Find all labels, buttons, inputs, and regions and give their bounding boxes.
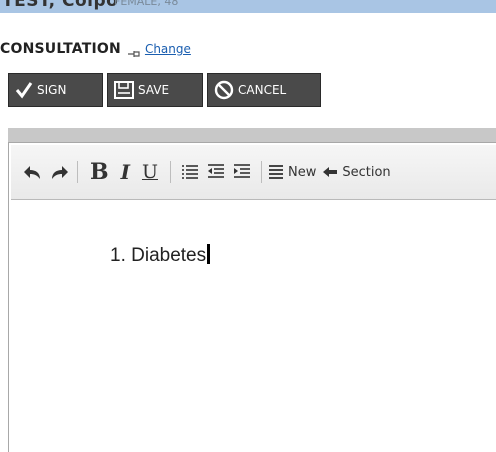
page-title: CONSULTATION — [0, 41, 121, 57]
sign-button[interactable]: SIGN — [8, 73, 103, 107]
note-title-row: CONSULTATION Change — [0, 39, 191, 59]
patient-name: TEST, Colpo — [2, 0, 119, 11]
change-link[interactable]: Change — [145, 42, 191, 56]
editor-toolbar: B I U New Section — [11, 145, 496, 200]
action-buttons: SIGN SAVE CANCEL — [8, 73, 321, 107]
redo-icon[interactable] — [49, 163, 71, 181]
patient-info: FEMALE, 48 — [114, 0, 179, 8]
indent-icon[interactable] — [233, 164, 251, 180]
outdent-icon[interactable] — [207, 164, 225, 180]
list-icon[interactable] — [181, 164, 199, 180]
section-button[interactable]: Section — [342, 165, 390, 180]
editor-top-band — [8, 128, 496, 142]
underline-icon[interactable]: U — [142, 161, 158, 183]
toolbar-separator — [169, 161, 171, 183]
cancel-icon — [214, 80, 234, 100]
note-editor[interactable]: B I U New Section 1. Diabetes — [8, 142, 496, 452]
bold-icon[interactable]: B — [90, 159, 109, 185]
editor-content[interactable]: 1. Diabetes — [110, 244, 211, 267]
toolbar-separator — [77, 161, 78, 183]
new-button[interactable]: New — [288, 165, 316, 180]
undo-icon[interactable] — [21, 163, 43, 181]
cancel-label: CANCEL — [238, 83, 287, 97]
toolbar-separator — [260, 161, 262, 183]
text-cursor — [207, 244, 211, 264]
cancel-button[interactable]: CANCEL — [207, 73, 321, 107]
check-icon — [15, 81, 33, 99]
arrow-left-icon[interactable] — [322, 166, 338, 178]
italic-icon[interactable]: I — [121, 160, 130, 184]
save-icon — [114, 81, 134, 99]
pin-icon[interactable] — [127, 44, 141, 57]
list-item: 1. Diabetes — [110, 245, 207, 266]
save-label: SAVE — [138, 83, 170, 97]
save-button[interactable]: SAVE — [107, 73, 203, 107]
align-icon[interactable] — [268, 164, 284, 180]
sign-label: SIGN — [37, 83, 67, 97]
patient-header-bar: TEST, Colpo FEMALE, 48 — [0, 0, 496, 13]
